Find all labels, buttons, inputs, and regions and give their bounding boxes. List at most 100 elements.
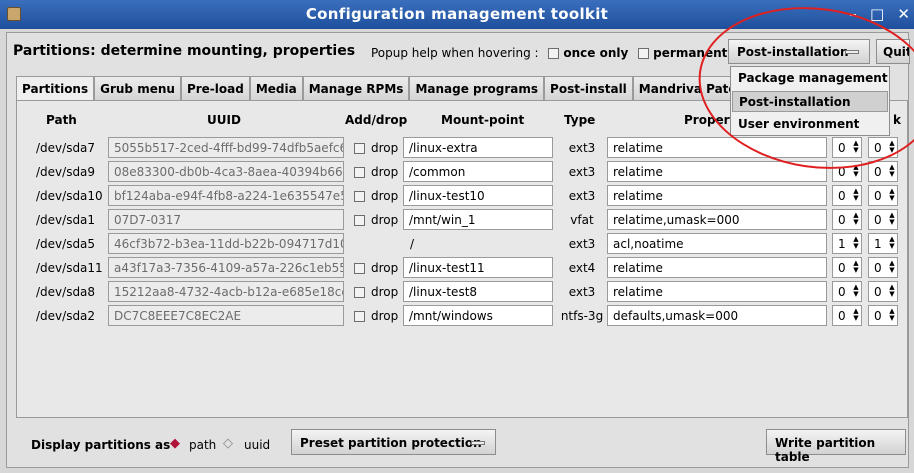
uuid-radio[interactable]: ◇ <box>223 436 233 451</box>
menu-item-user-environment[interactable]: User environment <box>732 114 888 135</box>
spin-arrows-icon[interactable]: ▲ ▼ <box>852 260 860 275</box>
once-only-label: once only <box>563 46 629 60</box>
spin-arrows-icon[interactable]: ▲ ▼ <box>852 188 860 203</box>
mount-options-input[interactable]: defaults,umask=000 <box>607 305 827 326</box>
pass-spinbox[interactable]: 1 ▲ ▼ <box>868 233 898 254</box>
drop-control[interactable]: drop <box>354 185 400 206</box>
partition-path: /dev/sda9 <box>36 165 96 179</box>
tab-partitions[interactable]: Partitions <box>16 76 95 103</box>
partition-uuid-field: a43f17a3-7356-4109-a57a-226c1eb558( <box>108 257 344 278</box>
close-icon[interactable]: ✕ <box>897 5 910 23</box>
drop-checkbox[interactable] <box>354 143 365 154</box>
spin-arrows-icon[interactable]: ▲ ▼ <box>888 212 896 227</box>
mount-options-input[interactable]: acl,noatime <box>607 233 827 254</box>
spin-arrows-icon[interactable]: ▲ ▼ <box>852 284 860 299</box>
tab-pre-load[interactable]: Pre-load <box>180 76 250 101</box>
spin-arrows-icon[interactable]: ▲ ▼ <box>888 308 896 323</box>
drop-checkbox[interactable] <box>354 215 365 226</box>
column-header-type: Type <box>564 113 596 127</box>
column-header-path: Path <box>46 113 77 127</box>
pass-spinbox[interactable]: 0 ▲ ▼ <box>868 209 898 230</box>
pass-spinbox[interactable]: 0 ▲ ▼ <box>868 185 898 206</box>
mount-point-input[interactable]: /linux-test10 <box>403 185 553 206</box>
permanent-checkbox[interactable] <box>638 48 650 59</box>
section-dropdown[interactable]: Post-installation <box>728 39 870 64</box>
drop-checkbox[interactable] <box>354 263 365 274</box>
quit-button[interactable]: Quit <box>876 39 910 64</box>
spin-arrows-icon[interactable]: ▲ ▼ <box>852 164 860 179</box>
spin-arrows-icon[interactable]: ▲ ▼ <box>888 164 896 179</box>
partition-type: vfat <box>570 213 594 227</box>
spin-arrows-icon[interactable]: ▲ ▼ <box>852 308 860 323</box>
spin-arrows-icon[interactable]: ▲ ▼ <box>852 140 860 155</box>
mount-point-input[interactable]: /linux-test8 <box>403 281 553 302</box>
drop-checkbox[interactable] <box>354 191 365 202</box>
menu-item-package-management[interactable]: Package management <box>732 68 888 89</box>
spin-arrows-icon[interactable]: ▲ ▼ <box>852 212 860 227</box>
pass-spinbox[interactable]: 0 ▲ ▼ <box>868 281 898 302</box>
tab-media[interactable]: Media <box>249 76 303 101</box>
pass-spinbox[interactable]: 0 ▲ ▼ <box>868 161 898 182</box>
mount-options-input[interactable]: relatime <box>607 281 827 302</box>
window-controls: – □ ✕ <box>841 5 910 23</box>
path-radio[interactable]: ◆ <box>170 436 180 451</box>
pass-value: 0 <box>874 165 882 179</box>
dump-value: 0 <box>838 141 846 155</box>
title-bar: Configuration management toolkit – □ ✕ <box>0 0 914 29</box>
partition-path: /dev/sda10 <box>36 189 103 203</box>
dump-spinbox[interactable]: 0 ▲ ▼ <box>832 281 862 302</box>
pass-spinbox[interactable]: 0 ▲ ▼ <box>868 257 898 278</box>
tab-manage-rpms[interactable]: Manage RPMs <box>302 76 410 101</box>
mount-point-input[interactable]: /linux-extra <box>403 137 553 158</box>
once-only-checkbox[interactable] <box>548 48 560 59</box>
drop-label: drop <box>371 165 399 179</box>
drop-control[interactable]: drop <box>354 209 400 230</box>
preset-partition-protection-button[interactable]: Preset partition protection <box>291 429 496 455</box>
dump-spinbox[interactable]: 0 ▲ ▼ <box>832 161 862 182</box>
drop-control[interactable]: drop <box>354 305 400 326</box>
minimize-icon[interactable]: – <box>849 5 857 23</box>
dump-spinbox[interactable]: 0 ▲ ▼ <box>832 137 862 158</box>
dump-spinbox[interactable]: 0 ▲ ▼ <box>832 305 862 326</box>
spin-arrows-icon[interactable]: ▲ ▼ <box>852 236 860 251</box>
dump-spinbox[interactable]: 1 ▲ ▼ <box>832 233 862 254</box>
mount-options-input[interactable]: relatime,umask=000 <box>607 209 827 230</box>
pass-value: 0 <box>874 309 882 323</box>
mount-point-input[interactable]: /mnt/windows <box>403 305 553 326</box>
drop-checkbox[interactable] <box>354 287 365 298</box>
drop-control[interactable]: drop <box>354 257 400 278</box>
partition-path: /dev/sda11 <box>36 261 103 275</box>
spin-arrows-icon[interactable]: ▲ ▼ <box>888 284 896 299</box>
drop-checkbox[interactable] <box>354 167 365 178</box>
tab-grub-menu[interactable]: Grub menu <box>94 76 181 101</box>
spin-arrows-icon[interactable]: ▲ ▼ <box>888 188 896 203</box>
pass-spinbox[interactable]: 0 ▲ ▼ <box>868 305 898 326</box>
partition-row: /dev/sda2 DC7C8EEE7C8EC2AE drop/mnt/window… <box>0 305 914 327</box>
drop-control[interactable]: drop <box>354 281 400 302</box>
tab-manage-programs[interactable]: Manage programs <box>409 76 545 101</box>
spin-arrows-icon[interactable]: ▲ ▼ <box>888 236 896 251</box>
write-partition-table-button[interactable]: Write partition table <box>766 429 906 464</box>
drop-control[interactable]: drop <box>354 161 400 182</box>
tab-post-install[interactable]: Post-install <box>544 76 633 101</box>
dump-spinbox[interactable]: 0 ▲ ▼ <box>832 209 862 230</box>
pass-spinbox[interactable]: 0 ▲ ▼ <box>868 137 898 158</box>
mount-point-input[interactable]: /common <box>403 161 553 182</box>
partition-row: /dev/sda8 15212aa8-4732-4acb-b12a-e685e18… <box>0 281 914 303</box>
mount-point-input[interactable]: /mnt/win_1 <box>403 209 553 230</box>
spin-arrows-icon[interactable]: ▲ ▼ <box>888 260 896 275</box>
mount-options-input[interactable]: relatime <box>607 137 827 158</box>
drop-control[interactable]: drop <box>354 137 400 158</box>
mount-options-input[interactable]: relatime <box>607 161 827 182</box>
menu-item-post-installation[interactable]: Post-installation <box>732 91 888 112</box>
page-title: Partitions: determine mounting, properti… <box>13 43 356 59</box>
dump-spinbox[interactable]: 0 ▲ ▼ <box>832 257 862 278</box>
spin-arrows-icon[interactable]: ▲ ▼ <box>888 140 896 155</box>
drop-checkbox[interactable] <box>354 311 365 322</box>
dump-spinbox[interactable]: 0 ▲ ▼ <box>832 185 862 206</box>
mount-options-input[interactable]: relatime <box>607 257 827 278</box>
mount-options-input[interactable]: relatime <box>607 185 827 206</box>
section-dropdown-menu: Package management Post-installation Use… <box>730 66 890 136</box>
maximize-icon[interactable]: □ <box>870 5 884 23</box>
mount-point-input[interactable]: /linux-test11 <box>403 257 553 278</box>
